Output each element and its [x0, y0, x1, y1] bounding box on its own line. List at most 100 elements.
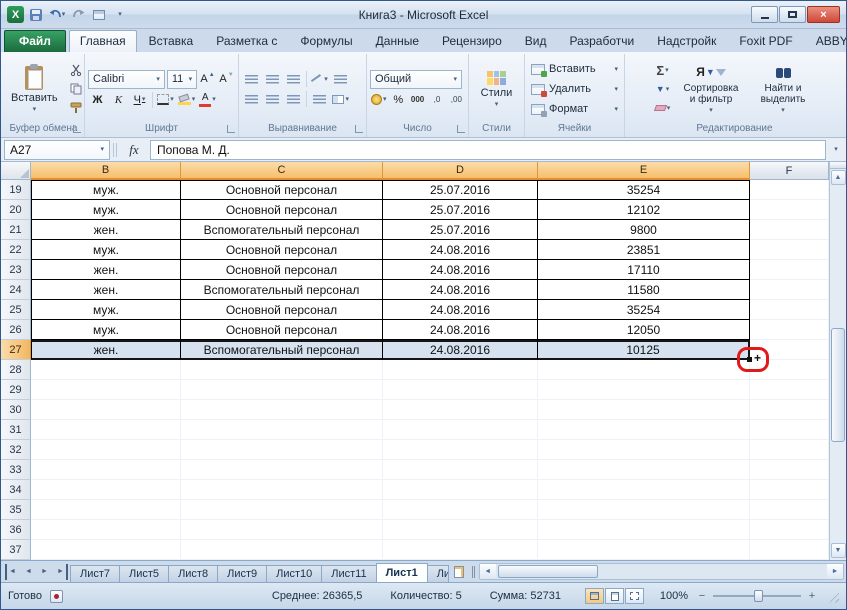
column-header-C[interactable]: C — [181, 162, 383, 180]
find-select-button[interactable]: Найти и выделить ▾ — [749, 60, 817, 118]
page-break-view-button[interactable] — [625, 588, 644, 604]
row-header[interactable]: 27 — [1, 340, 31, 360]
cell-col-f[interactable] — [750, 420, 829, 440]
cell-col-b[interactable] — [31, 500, 181, 520]
zoom-thumb[interactable] — [754, 590, 763, 602]
row-header[interactable]: 31 — [1, 420, 31, 440]
row-header[interactable]: 24 — [1, 280, 31, 300]
align-top-button[interactable] — [242, 70, 261, 88]
cell-col-d[interactable] — [383, 500, 538, 520]
zoom-track[interactable] — [713, 595, 801, 597]
cell-col-b[interactable]: муж. — [31, 200, 181, 220]
cell-col-c[interactable]: Основной персонал — [181, 300, 383, 320]
ribbon-tab-4[interactable]: Формулы — [289, 30, 363, 52]
cell-col-f[interactable] — [750, 260, 829, 280]
cell-col-f[interactable] — [750, 540, 829, 560]
sheet-tab-3[interactable]: Лист9 — [217, 565, 267, 582]
styles-button[interactable]: Стили ▾ — [476, 68, 518, 111]
ribbon-tab-1[interactable]: Главная — [69, 30, 137, 52]
cell-col-b[interactable] — [31, 520, 181, 540]
zoom-in-button[interactable]: + — [806, 590, 818, 602]
row-header[interactable]: 28 — [1, 360, 31, 380]
cell-col-d[interactable] — [383, 460, 538, 480]
cell-col-e[interactable]: 23851 — [538, 240, 750, 260]
cell-col-c[interactable] — [181, 480, 383, 500]
clipboard-dialog-launcher-icon[interactable] — [73, 125, 81, 133]
cell-col-b[interactable]: муж. — [31, 180, 181, 200]
number-dialog-launcher-icon[interactable] — [457, 125, 465, 133]
format-painter-button[interactable] — [66, 99, 87, 117]
redo-button[interactable] — [69, 6, 87, 24]
cell-col-e[interactable]: 35254 — [538, 180, 750, 200]
cell-col-e[interactable]: 10125 — [538, 340, 750, 360]
grow-font-button[interactable]: А▲ — [199, 70, 216, 88]
zoom-level[interactable]: 100% — [652, 590, 688, 602]
cell-col-d[interactable]: 24.08.2016 — [383, 240, 538, 260]
align-middle-button[interactable] — [263, 70, 282, 88]
align-bottom-button[interactable] — [284, 70, 303, 88]
sheet-tab-7[interactable]: Ли — [427, 565, 449, 582]
horizontal-scroll-thumb[interactable] — [498, 565, 598, 578]
minimize-button[interactable] — [751, 6, 778, 23]
cell-col-e[interactable]: 35254 — [538, 300, 750, 320]
paste-button[interactable]: Вставить ▾ — [6, 63, 63, 116]
delete-cells-button[interactable]: Удалить ▾ — [528, 80, 621, 99]
number-format-select[interactable]: Общий▾ — [370, 70, 462, 89]
cell-col-b[interactable] — [31, 540, 181, 560]
sheet-tab-5[interactable]: Лист11 — [321, 565, 376, 582]
cell-col-c[interactable] — [181, 380, 383, 400]
cell-col-f[interactable] — [750, 440, 829, 460]
column-header-B[interactable]: B — [31, 162, 181, 180]
borders-button[interactable]: ▾ — [156, 91, 175, 109]
sheet-tab-0[interactable]: Лист7 — [70, 565, 120, 582]
row-header[interactable]: 23 — [1, 260, 31, 280]
column-header-D[interactable]: D — [383, 162, 538, 180]
cell-col-f[interactable] — [750, 300, 829, 320]
vertical-scrollbar[interactable]: ▲ ▼ — [829, 162, 846, 560]
cell-col-d[interactable] — [383, 360, 538, 380]
cell-col-c[interactable] — [181, 500, 383, 520]
cell-col-f[interactable] — [750, 220, 829, 240]
row-header[interactable]: 19 — [1, 180, 31, 200]
cell-col-e[interactable] — [538, 360, 750, 380]
cell-col-c[interactable]: Основной персонал — [181, 180, 383, 200]
comma-format-button[interactable]: 000 — [409, 91, 426, 109]
cell-col-f[interactable] — [750, 240, 829, 260]
ribbon-tab-0[interactable]: Файл — [4, 30, 66, 52]
cell-col-c[interactable] — [181, 440, 383, 460]
cell-col-b[interactable] — [31, 460, 181, 480]
cell-col-b[interactable] — [31, 360, 181, 380]
cell-col-e[interactable]: 12050 — [538, 320, 750, 340]
cell-col-c[interactable] — [181, 460, 383, 480]
cell-col-e[interactable] — [538, 480, 750, 500]
cell-col-f[interactable] — [750, 520, 829, 540]
cell-col-e[interactable] — [538, 440, 750, 460]
cell-col-d[interactable] — [383, 480, 538, 500]
cell-col-f[interactable] — [750, 460, 829, 480]
maximize-button[interactable] — [779, 6, 806, 23]
clear-button[interactable]: ▾ — [652, 99, 673, 117]
cell-col-d[interactable] — [383, 380, 538, 400]
row-header[interactable]: 20 — [1, 200, 31, 220]
touch-mode-button[interactable] — [90, 6, 108, 24]
cell-col-e[interactable] — [538, 400, 750, 420]
cell-col-d[interactable] — [383, 440, 538, 460]
row-header[interactable]: 21 — [1, 220, 31, 240]
cell-col-e[interactable] — [538, 460, 750, 480]
name-box[interactable]: A27 ▾ — [4, 140, 110, 160]
ribbon-tab-7[interactable]: Вид — [514, 30, 558, 52]
align-left-button[interactable] — [242, 90, 261, 108]
zoom-out-button[interactable]: − — [696, 590, 708, 602]
row-header[interactable]: 37 — [1, 540, 31, 560]
cell-col-c[interactable]: Основной персонал — [181, 240, 383, 260]
column-header-E[interactable]: E — [538, 162, 750, 180]
align-center-button[interactable] — [263, 90, 282, 108]
cell-col-f[interactable] — [750, 180, 829, 200]
scroll-up-button[interactable]: ▲ — [831, 170, 846, 185]
cell-col-e[interactable] — [538, 420, 750, 440]
cell-col-d[interactable] — [383, 420, 538, 440]
cell-col-b[interactable]: жен. — [31, 220, 181, 240]
cell-col-b[interactable]: жен. — [31, 340, 181, 360]
ribbon-tab-6[interactable]: Рецензиро — [431, 30, 513, 52]
cell-col-e[interactable]: 12102 — [538, 200, 750, 220]
